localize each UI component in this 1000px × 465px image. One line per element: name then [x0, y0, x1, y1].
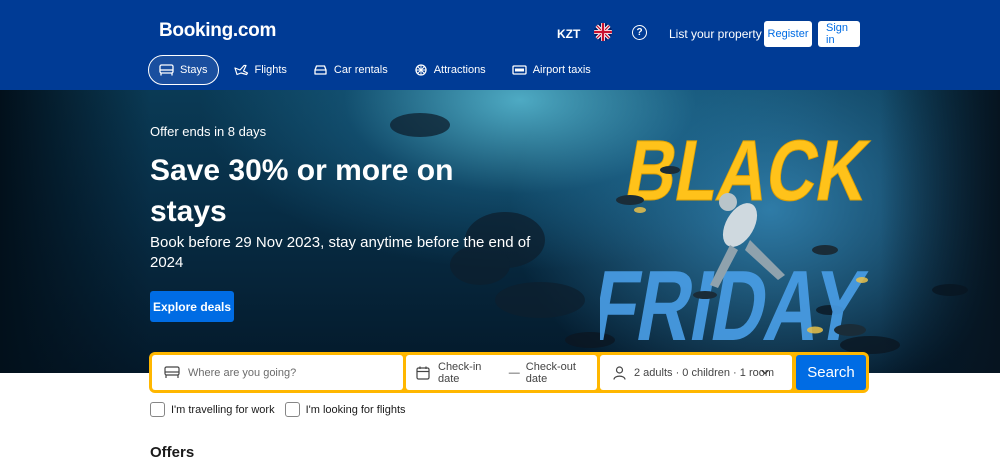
- currency-selector[interactable]: KZT: [557, 21, 580, 47]
- search-options: I'm travelling for work I'm looking for …: [150, 402, 416, 417]
- product-nav: Stays Flights Car rentals Attractions Ai…: [148, 54, 606, 86]
- nav-car-rentals-label: Car rentals: [333, 64, 388, 76]
- offer-countdown: Offer ends in 8 days: [150, 124, 267, 139]
- guests-field[interactable]: 2 adults · 0 children · 1 room: [600, 355, 792, 390]
- car-icon: [314, 65, 327, 75]
- bed-icon: [159, 64, 174, 76]
- checkin-label: Check-in date: [438, 360, 482, 385]
- work-travel-checkbox[interactable]: [150, 402, 165, 417]
- flights-option[interactable]: I'm looking for flights: [284, 402, 406, 417]
- date-separator: —: [508, 366, 520, 379]
- hero-banner: Offer ends in 8 days Save 30% or more on…: [0, 90, 1000, 373]
- hero-shade-left: [0, 90, 150, 373]
- search-button[interactable]: Search: [796, 355, 866, 390]
- black-friday-graphic: BLACK FRIDAY: [600, 123, 876, 360]
- work-travel-label: I'm travelling for work: [171, 403, 275, 416]
- date-picker-field[interactable]: Check-in date — Check-out date: [406, 355, 597, 390]
- offer-subtitle: Book before 29 Nov 2023, stay anytime be…: [150, 234, 531, 271]
- help-icon[interactable]: ?: [632, 25, 647, 40]
- nav-stays[interactable]: Stays: [148, 55, 219, 85]
- flights-checkbox[interactable]: [284, 402, 300, 417]
- nav-airport-taxis-label: Airport taxis: [532, 64, 591, 76]
- offer-title: Save 30% or more on stays: [150, 154, 454, 228]
- work-travel-option[interactable]: I'm travelling for work: [150, 402, 275, 417]
- nav-airport-taxis[interactable]: Airport taxis: [501, 55, 602, 85]
- bed-icon: [164, 366, 180, 378]
- calendar-icon: [416, 366, 430, 380]
- list-your-property-link[interactable]: List your property: [669, 21, 762, 47]
- destination-field[interactable]: Where are you going?: [152, 355, 403, 390]
- friday-word: FRIDAY: [600, 251, 873, 360]
- destination-placeholder: Where are you going?: [188, 366, 297, 379]
- booking-logo[interactable]: Booking.com: [159, 20, 276, 42]
- person-icon: [613, 365, 626, 380]
- sign-in-button[interactable]: Sign in: [818, 21, 860, 47]
- search-bar: Where are you going? Check-in date — Che…: [149, 352, 869, 393]
- taxi-icon: [512, 65, 527, 75]
- flights-label: I'm looking for flights: [305, 403, 406, 416]
- nav-flights-label: Flights: [254, 64, 287, 76]
- checkout-label: Check-out date: [525, 360, 576, 385]
- offers-heading: Offers: [150, 444, 195, 461]
- nav-attractions-label: Attractions: [433, 64, 486, 76]
- attractions-icon: [415, 64, 427, 76]
- nav-car-rentals[interactable]: Car rentals: [302, 55, 399, 85]
- plane-icon: [233, 64, 248, 76]
- uk-flag-icon[interactable]: [594, 23, 612, 41]
- top-header: Booking.com KZT ? List your property Reg…: [0, 0, 1000, 90]
- register-button[interactable]: Register: [764, 21, 812, 47]
- chevron-down-icon: [761, 370, 769, 375]
- nav-flights[interactable]: Flights: [223, 55, 298, 85]
- nav-attractions[interactable]: Attractions: [403, 55, 497, 85]
- explore-deals-button[interactable]: Explore deals: [150, 291, 234, 322]
- nav-stays-label: Stays: [180, 64, 208, 76]
- guests-summary: 2 adults · 0 children · 1 room: [634, 366, 775, 379]
